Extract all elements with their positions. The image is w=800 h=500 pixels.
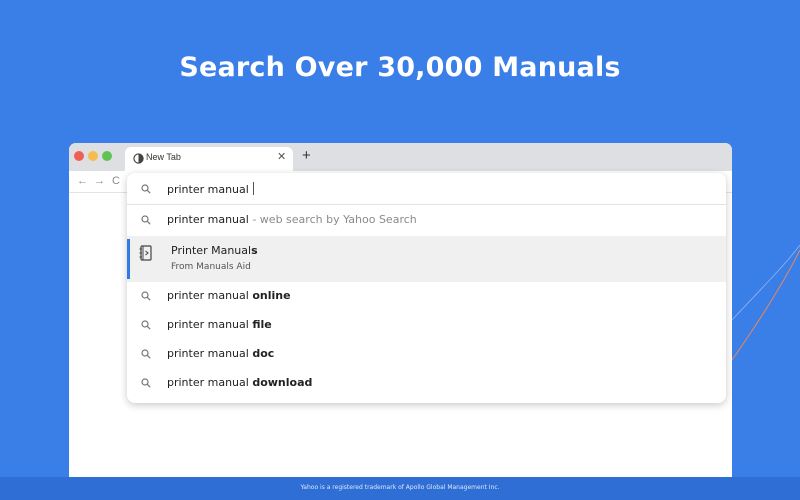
suggestion-online[interactable]: printer manual online xyxy=(127,283,726,312)
suggestion-web-search[interactable]: printer manual - web search by Yahoo Sea… xyxy=(127,205,726,235)
maximize-window-button[interactable] xyxy=(102,151,112,161)
suggestion-text: printer manual - web search by Yahoo Sea… xyxy=(167,213,417,226)
suggestion-text: printer manual download xyxy=(167,376,313,389)
selected-indicator xyxy=(127,239,130,279)
search-icon xyxy=(141,378,151,388)
suggestion-text: printer manual file xyxy=(167,318,272,331)
search-icon xyxy=(141,184,151,194)
close-tab-icon[interactable]: ✕ xyxy=(277,150,286,164)
search-icon xyxy=(141,215,151,225)
back-arrow-icon[interactable]: ← xyxy=(77,174,88,188)
globe-icon xyxy=(133,153,144,164)
search-icon xyxy=(141,320,151,330)
reload-icon[interactable]: C xyxy=(112,174,120,188)
minimize-window-button[interactable] xyxy=(88,151,98,161)
text-caret xyxy=(252,182,254,195)
forward-arrow-icon[interactable]: → xyxy=(94,174,105,188)
close-window-button[interactable] xyxy=(74,151,84,161)
tab-bar: New Tab ✕ + xyxy=(69,143,732,171)
trademark-notice: Yahoo is a registered trademark of Apoll… xyxy=(300,484,500,491)
omnibox-query: printer manual xyxy=(167,182,254,196)
page-headline: Search Over 30,000 Manuals xyxy=(179,52,621,83)
omnibox-input[interactable]: printer manual xyxy=(127,173,726,205)
suggestion-doc[interactable]: printer manual doc xyxy=(127,341,726,370)
suggestion-file[interactable]: printer manual file xyxy=(127,312,726,341)
suggestion-text: printer manual online xyxy=(167,289,291,302)
suggestion-subtitle: From Manuals Aid xyxy=(171,262,251,272)
new-tab-button[interactable]: + xyxy=(302,148,311,163)
suggestion-title: Printer Manuals xyxy=(171,244,258,257)
suggestion-text: printer manual doc xyxy=(167,347,275,360)
search-icon xyxy=(141,349,151,359)
tab-new-tab[interactable]: New Tab ✕ xyxy=(125,147,293,171)
suggestion-printer-manuals[interactable]: Printer Manuals From Manuals Aid xyxy=(127,236,726,282)
footer-bar: Yahoo is a registered trademark of Apoll… xyxy=(0,477,800,500)
omnibox-dropdown: printer manual printer manual - web sear… xyxy=(127,173,726,403)
tab-title: New Tab xyxy=(146,152,181,162)
suggestion-download[interactable]: printer manual download xyxy=(127,370,726,399)
search-icon xyxy=(141,291,151,301)
manual-book-icon xyxy=(139,245,152,261)
